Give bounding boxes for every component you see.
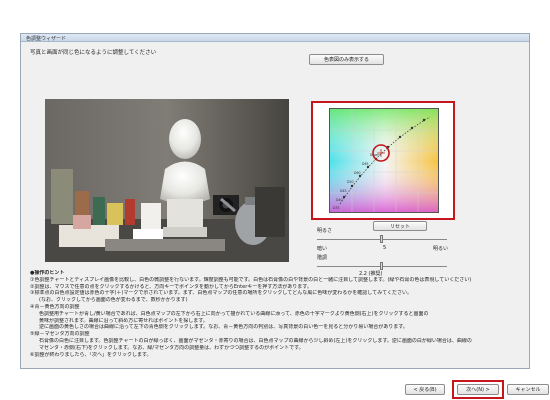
back-button[interactable]: < 戻る(B) xyxy=(405,384,445,395)
window-title: 色調整ウィザード xyxy=(26,36,67,42)
hint-line: ⑥調整が終わりましたら、「次へ」をクリックします。 xyxy=(30,351,152,358)
hint-line: ⑤緑－マゼンタ方向の調整 xyxy=(30,331,90,338)
hint-line: 色調整用チャートが青し/黄い場合であれば、白色点マップの左下から右上に向かって描… xyxy=(39,310,429,317)
brightness-value: 5 xyxy=(383,245,387,251)
hint-line: (なお、クリックしてから画面の色が変わるまで、数秒かかります) xyxy=(39,297,188,304)
color-adjust-wizard-window: 色調整ウィザード 写真と画面が同じ色になるように調整してください 色表図のみ表示… xyxy=(20,33,549,399)
hint-line: 逆に画面の黄色しさの場合は曲線に沿って左下の青色側をクリックします。なお、青－黄… xyxy=(39,324,408,331)
hint-line: ①色調整チャートとディスプレイ画像を比較し、白色の微調整を行ないます。輝度調整も… xyxy=(30,276,472,283)
show-color-chart-only-button[interactable]: 色表図のみ表示する xyxy=(309,54,384,65)
chart-label-d50: D50 xyxy=(347,180,354,184)
brightness-slider-thumb[interactable] xyxy=(380,235,383,243)
cancel-button[interactable]: キャンセル xyxy=(507,384,549,395)
brightness-bright-label: 明るい xyxy=(433,246,449,252)
operation-hints: ●操作のヒント ①色調整チャートとディスプレイ画像を比較し、白色の微調整を行ない… xyxy=(30,270,525,358)
gradation-slider-thumb[interactable] xyxy=(380,262,383,270)
still-life-photo-image xyxy=(45,99,289,262)
hint-line: 黄味が調整されます。曲線に沿って斜め方に寄せればポイントを探します。 xyxy=(39,317,208,324)
white-point-map[interactable]: Dnom D65 D60 D50 D45 D40 D35 xyxy=(329,108,439,213)
chart-label-d60: D60 xyxy=(354,171,361,175)
chart-label-d45: D45 xyxy=(340,189,347,193)
white-point-map-panel: Dnom D65 D60 D50 D45 D40 D35 xyxy=(311,101,455,220)
hint-line: ③標準点の白色点設定値は赤色の十字(＋)マークで示されています。まず、白色点マッ… xyxy=(30,290,412,297)
hint-line: ②調整は、マウスで任意の点をクリックするかけると、方向キーでポインタを動かしてか… xyxy=(30,283,312,290)
chart-label-dnom: Dnom xyxy=(370,153,380,157)
instruction-text: 写真と画面が同じ色になるように調整してください xyxy=(30,50,157,56)
white-point-map-graphic[interactable]: Dnom D65 D60 D50 D45 D40 D35 xyxy=(330,109,439,213)
hint-line: マゼンタ・赤側(右下)をクリックします。なお、緑/マゼンタ方向の調整量は、わずか… xyxy=(39,344,304,351)
brightness-label: 明るさ xyxy=(317,228,333,234)
hint-line: 石膏像の白色に注目します。色調整チャートの白が緑っぽく、画面がマゼンタ・赤寄りの… xyxy=(39,337,472,344)
reset-button[interactable]: リセット xyxy=(373,221,427,231)
title-bar: 色調整ウィザード xyxy=(21,34,529,42)
gradation-label: 階調 xyxy=(317,255,328,261)
hints-heading: ●操作のヒント xyxy=(30,270,65,276)
brightness-dark-label: 暗い xyxy=(317,246,328,252)
chart-label-d65: D65 xyxy=(362,162,369,166)
reference-photo xyxy=(45,99,289,262)
hint-line: ④青－黄色方向の調整 xyxy=(30,303,80,310)
chart-label-d40: D40 xyxy=(336,198,343,202)
chart-label-d35: D35 xyxy=(333,206,340,210)
next-button[interactable]: 次へ(N) > xyxy=(457,384,499,395)
